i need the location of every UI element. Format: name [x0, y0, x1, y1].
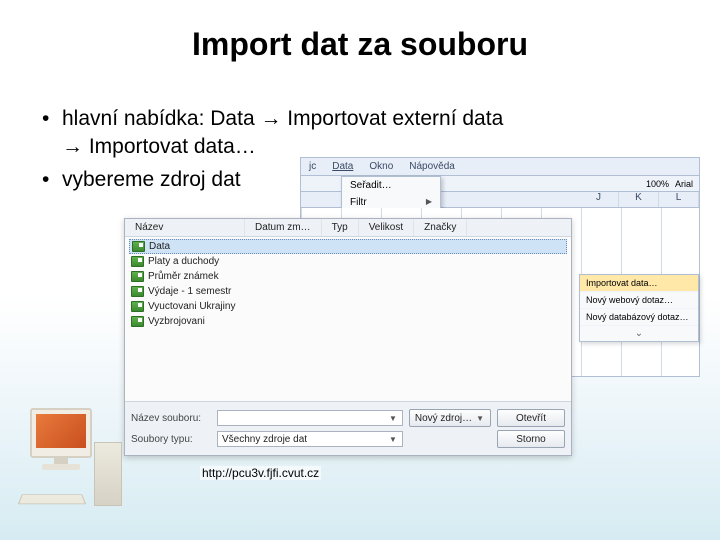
filetype-label: Soubory typu: [131, 434, 211, 445]
open-button[interactable]: Otevřít [497, 409, 565, 427]
chevron-down-icon[interactable]: ▼ [388, 435, 398, 444]
file-dialog: Název Datum zm… Typ Velikost Značky Data… [124, 218, 572, 456]
file-row[interactable]: Výdaje - 1 semestr [129, 284, 567, 299]
menu-item[interactable]: jc [301, 158, 324, 175]
file-icon [132, 241, 145, 252]
arrow-icon: → [62, 135, 83, 158]
file-row[interactable]: Vyzbrojovani [129, 314, 567, 329]
menu-item-data[interactable]: Data [324, 158, 361, 175]
chevron-right-icon: ▶ [426, 197, 432, 208]
bullet-1: hlavní nabídka: Data → Importovat extern… [40, 105, 680, 162]
file-label: Data [149, 241, 170, 252]
col-header: J [579, 192, 619, 207]
menu-item[interactable]: Nápověda [401, 158, 463, 175]
submenu-web-query[interactable]: Nový webový dotaz… [580, 292, 698, 309]
dialog-footer: Název souboru: ▼ Nový zdroj…▼ Otevřít So… [125, 401, 571, 455]
col-name[interactable]: Název [125, 219, 245, 236]
chevron-down-icon: ▼ [475, 414, 485, 423]
chevron-down-icon[interactable]: ▼ [388, 414, 398, 423]
file-row[interactable]: Platy a duchody [129, 254, 567, 269]
filetype-value: Všechny zdroje dat [222, 434, 307, 445]
file-row[interactable]: Vyuctovani Ukrajiny [129, 299, 567, 314]
menu-item[interactable]: Okno [361, 158, 401, 175]
slide-title: Import dat za souboru [0, 0, 720, 63]
arrow-icon: → [260, 107, 281, 130]
monitor-icon [30, 408, 92, 458]
import-submenu: Importovat data… Nový webový dotaz… Nový… [579, 274, 699, 342]
submenu-expand-icon[interactable]: ⌄ [580, 326, 698, 341]
bullet-1-text-c: Importovat data… [83, 135, 256, 158]
col-size[interactable]: Velikost [359, 219, 414, 236]
new-source-button[interactable]: Nový zdroj…▼ [409, 409, 491, 427]
file-label: Vyzbrojovani [148, 316, 205, 327]
footer-url: http://pcu3v.fjfi.cvut.cz [200, 466, 321, 480]
col-header: K [619, 192, 659, 207]
file-row[interactable]: Data [129, 239, 567, 254]
tower-icon [94, 442, 122, 506]
file-label: Platy a duchody [148, 256, 219, 267]
col-tags[interactable]: Značky [414, 219, 467, 236]
file-icon [131, 256, 144, 267]
filename-label: Název souboru: [131, 413, 211, 424]
zoom-value: 100% [646, 179, 669, 189]
keyboard-icon [18, 494, 86, 504]
file-icon [131, 271, 144, 282]
menu-item-sort[interactable]: Seřadit… [342, 177, 440, 194]
excel-menubar: jc Data Okno Nápověda [301, 158, 699, 176]
file-list: Data Platy a duchody Průměr známek Výdaj… [125, 237, 571, 329]
computer-clipart [14, 408, 122, 506]
file-label: Výdaje - 1 semestr [148, 286, 231, 297]
file-icon [131, 286, 144, 297]
filetype-select[interactable]: Všechny zdroje dat ▼ [217, 431, 403, 447]
bullet-1-text-a: hlavní nabídka: Data [62, 107, 260, 130]
dialog-columns: Název Datum zm… Typ Velikost Značky [125, 219, 571, 237]
filename-input[interactable]: ▼ [217, 410, 403, 426]
submenu-db-query[interactable]: Nový databázový dotaz… [580, 309, 698, 326]
col-type[interactable]: Typ [322, 219, 359, 236]
file-icon [131, 301, 144, 312]
file-icon [131, 316, 144, 327]
cancel-button[interactable]: Storno [497, 430, 565, 448]
col-header: L [659, 192, 699, 207]
font-name: Arial [675, 179, 693, 189]
submenu-import-data[interactable]: Importovat data… [580, 275, 698, 292]
file-label: Průměr známek [148, 271, 219, 282]
bullet-1-text-b: Importovat externí data [281, 107, 503, 130]
file-row[interactable]: Průměr známek [129, 269, 567, 284]
file-label: Vyuctovani Ukrajiny [148, 301, 235, 312]
col-date[interactable]: Datum zm… [245, 219, 322, 236]
